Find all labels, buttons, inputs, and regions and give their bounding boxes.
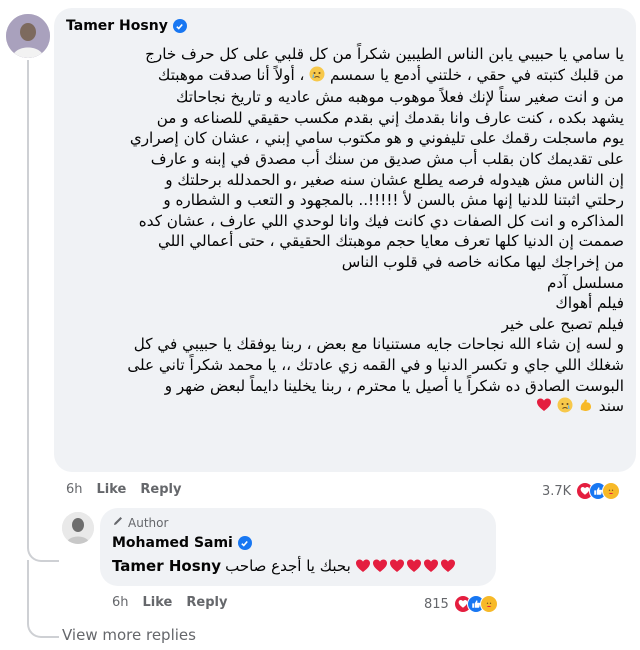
comment-line: المذاكره و انت كل الصفات دي كانت فيك وان…: [138, 211, 624, 230]
heart-emoji: [536, 397, 552, 419]
reaction-summary-reply[interactable]: 815: [424, 595, 498, 613]
reaction-count[interactable]: 3.7K: [542, 484, 571, 499]
avatar-image: [62, 512, 94, 544]
heart-emoji: [423, 559, 438, 572]
comment-actions-main: 6h Like Reply: [66, 482, 181, 497]
like-button[interactable]: Like: [97, 482, 127, 497]
comment-line: يشهد بكده ، كنت عارف وانا بقدمك إني بقدم…: [156, 108, 624, 127]
comment-line: فيلم أهواك: [555, 294, 624, 313]
reply-text: Tamer Hosny بحبك يا أجدع صاحب: [112, 557, 456, 575]
comment-line: مسلسل آدم: [547, 273, 624, 292]
author-badge: Author: [112, 515, 168, 530]
mention-link[interactable]: Tamer Hosny: [112, 557, 221, 575]
crying-face-emoji: [557, 397, 573, 419]
comment-actions-reply: 6h Like Reply: [112, 595, 227, 610]
heart-emoji: [406, 559, 421, 572]
heart-emoji: [372, 559, 387, 572]
comment-line: رحلتي اثبتنا للدنيا إنها مش بالسن لأ !!!…: [163, 191, 624, 210]
comment-line: من و انت صغير سناً لإنك فعلاً موهوب موهب…: [175, 88, 624, 107]
comment-bubble-reply: Author Mohamed Sami Tamer Hosny بحبك يا …: [100, 508, 496, 586]
heart-emoji: [389, 559, 404, 572]
comment-line: يوم ماسجلت رقمك على تليفوني و هو مكتوب س…: [129, 129, 624, 148]
comment-author[interactable]: Mohamed Sami: [112, 535, 252, 551]
reply-button[interactable]: Reply: [186, 595, 227, 610]
heart-emoji: [355, 559, 370, 572]
comment-line: على تقديمك كان بقلب أب مش صديق من سنك أب…: [150, 149, 624, 168]
comment-text: يا سامي يا حبيبي يابن الناس الطيبين شكرا…: [64, 44, 624, 419]
care-reaction-icon: [602, 482, 621, 500]
view-more-replies-link[interactable]: View more replies: [62, 626, 196, 644]
comment-time[interactable]: 6h: [112, 595, 129, 610]
reply-button[interactable]: Reply: [140, 482, 181, 497]
comment-line: يا سامي يا حبيبي يابن الناس الطيبين شكرا…: [145, 45, 624, 63]
comment-line: إن الناس مش هيدوله فرصه يطلع عشان سنه صغ…: [165, 170, 624, 189]
reaction-summary-main[interactable]: 3.7K: [542, 482, 621, 500]
comment-line: و لسه إن شاء الله نجاحات جايه مستنيانا م…: [133, 335, 624, 354]
comment-line: صممت إن الدنيا كلها تعرف معايا حجم موهبت…: [158, 232, 624, 251]
comment-time[interactable]: 6h: [66, 482, 83, 497]
comment-bubble-main: Tamer Hosny يا سامي يا حبيبي يابن الناس …: [54, 8, 636, 472]
avatar-tamer-hosny[interactable]: [6, 14, 50, 58]
author-name-text[interactable]: Tamer Hosny: [66, 18, 168, 34]
verified-icon: [172, 19, 187, 33]
avatar-mohamed-sami[interactable]: [62, 512, 94, 544]
author-badge-label: Author: [128, 515, 169, 530]
comment-line: فيلم تصبح على خير: [501, 314, 624, 333]
verified-icon: [237, 536, 252, 550]
reaction-count[interactable]: 815: [424, 597, 449, 612]
muscle-emoji: [578, 397, 594, 419]
comment-author[interactable]: Tamer Hosny: [66, 18, 187, 34]
heart-emoji: [440, 559, 455, 572]
like-button[interactable]: Like: [143, 595, 173, 610]
comment-line: شغلك اللي جاي و تكسر الدنيا و في القمه ز…: [127, 355, 624, 374]
heart-emoji-row: [355, 558, 456, 574]
comment-line: من إخراجك ليها مكانه خاصه في قلوب الناس: [341, 252, 624, 271]
comment-line: سند: [64, 396, 624, 419]
avatar-image: [6, 14, 50, 58]
comment-line: البوست الصادق ده شكراً يا أصيل يا محترم …: [164, 376, 624, 395]
reply-text-body: بحبك يا أجدع صاحب: [225, 557, 351, 575]
comment-line: من قلبك كتبته في حقي ، خلتني أدمع يا سمس…: [64, 65, 624, 88]
author-name-text[interactable]: Mohamed Sami: [112, 535, 233, 551]
pen-icon: [112, 515, 124, 530]
care-reaction-icon: [479, 595, 498, 613]
view-more-connector-line: [27, 560, 59, 638]
crying-face-emoji: [309, 66, 325, 88]
